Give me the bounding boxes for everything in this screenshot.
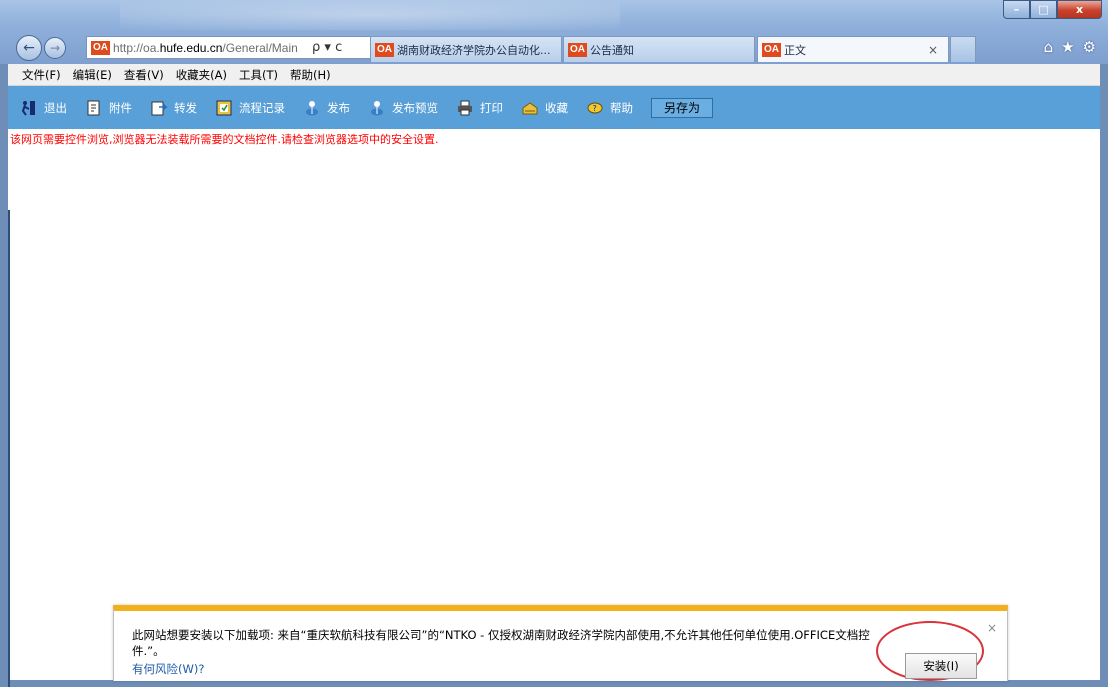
maximize-button[interactable]: □ [1030, 0, 1057, 19]
menu-bar: 文件(F) 编辑(E) 查看(V) 收藏夹(A) 工具(T) 帮助(H) [8, 64, 1100, 86]
home-icon[interactable]: ⌂ [1044, 38, 1054, 56]
toolbar-label: 帮助 [610, 100, 633, 115]
tab-document[interactable]: OA 正文 × [757, 36, 949, 62]
tab-favicon: OA [762, 42, 781, 57]
refresh-icon[interactable]: c [335, 40, 342, 55]
toolbar-label: 收藏 [545, 100, 568, 115]
url-text[interactable]: http://oa.hufe.edu.cn/General/Main [113, 41, 308, 55]
tab-favicon: OA [375, 42, 394, 57]
search-icon[interactable]: ρ [312, 40, 320, 55]
settings-gear-icon[interactable]: ⚙ [1083, 38, 1096, 56]
tab-notice[interactable]: OA 公告通知 [563, 36, 755, 62]
toolbar-label: 附件 [109, 100, 132, 115]
menu-favorites[interactable]: 收藏夹(A) [176, 67, 227, 83]
svg-text:?: ? [593, 104, 597, 113]
menu-file[interactable]: 文件(F) [22, 67, 61, 83]
control-warning-text: 该网页需要控件浏览,浏览器无法装载所需要的文档控件.请检查浏览器选项中的安全设置… [10, 133, 439, 146]
publish-preview-icon [371, 100, 383, 115]
toolbar-flow-record[interactable]: 流程记录 [215, 99, 285, 117]
tab-close-icon[interactable]: × [928, 43, 938, 57]
toolbar-label: 转发 [174, 100, 197, 115]
window-controls: – □ x [1003, 0, 1102, 19]
addon-notification-bar: 此网站想要安装以下加载项: 来自“重庆软航科技有限公司”的“NTKO - 仅授权… [113, 605, 1008, 681]
page-content: 退出 附件 转发 流程记录 发布 发布预览 打印 收藏 ? 帮助 另存为 该网页… [8, 86, 1100, 680]
save-as-button[interactable]: 另存为 [651, 97, 714, 118]
toolbar-label: 打印 [480, 100, 503, 115]
chevron-down-icon[interactable]: ▾ [324, 40, 331, 55]
browser-right-icons: ⌂ ★ ⚙ [1044, 38, 1096, 56]
document-toolbar: 退出 附件 转发 流程记录 发布 发布预览 打印 收藏 ? 帮助 另存为 [8, 86, 1100, 129]
toolbar-label: 流程记录 [239, 100, 285, 115]
minimize-button[interactable]: – [1003, 0, 1030, 19]
toolbar-attachment[interactable]: 附件 [85, 99, 132, 117]
toolbar-forward[interactable]: 转发 [150, 99, 197, 117]
install-button[interactable]: 安装(I) [905, 653, 977, 679]
toolbar-label: 退出 [44, 100, 67, 115]
forward-doc-icon [151, 101, 168, 115]
close-icon[interactable]: × [987, 621, 997, 635]
forward-button[interactable]: → [44, 37, 66, 59]
address-bar[interactable]: OA http://oa.hufe.edu.cn/General/Main ρ … [86, 36, 376, 59]
print-icon [458, 100, 472, 115]
menu-edit[interactable]: 编辑(E) [73, 67, 112, 83]
left-edge-divider [8, 210, 10, 687]
notification-message: 此网站想要安装以下加载项: 来自“重庆软航科技有限公司”的“NTKO - 仅授权… [132, 628, 870, 658]
address-icons: ρ ▾ c [312, 40, 342, 55]
flow-record-icon [216, 100, 232, 115]
toolbar-help[interactable]: ? 帮助 [586, 99, 633, 117]
toolbar-label: 发布预览 [392, 100, 438, 115]
publish-icon [306, 100, 318, 115]
toolbar-print[interactable]: 打印 [456, 99, 503, 117]
new-tab-button[interactable] [950, 36, 976, 62]
menu-tools[interactable]: 工具(T) [239, 67, 278, 83]
favorites-star-icon[interactable]: ★ [1061, 38, 1074, 56]
tab-label: 正文 [784, 43, 806, 57]
titlebar-glass [120, 0, 620, 30]
menu-help[interactable]: 帮助(H) [290, 67, 331, 83]
menu-view[interactable]: 查看(V) [124, 67, 164, 83]
favorite-icon [522, 101, 538, 114]
forward-arrow-icon: → [49, 41, 61, 55]
site-favicon: OA [91, 40, 110, 55]
tab-favicon: OA [568, 42, 587, 57]
tab-oa-home[interactable]: OA 湖南财政经济学院办公自动化... [370, 36, 562, 62]
toolbar-publish-preview[interactable]: 发布预览 [368, 99, 438, 117]
toolbar-label: 发布 [327, 100, 350, 115]
tab-label: 公告通知 [590, 43, 634, 57]
help-icon: ? [587, 102, 603, 113]
attachment-icon [87, 100, 100, 115]
exit-icon [21, 100, 35, 116]
back-button[interactable]: ← [16, 35, 42, 61]
toolbar-exit[interactable]: 退出 [20, 99, 67, 117]
risk-info-link[interactable]: 有何风险(W)? [132, 661, 204, 677]
close-window-button[interactable]: x [1057, 0, 1102, 19]
navigation-row: ← → OA http://oa.hufe.edu.cn/General/Mai… [16, 34, 376, 62]
toolbar-publish[interactable]: 发布 [303, 99, 350, 117]
toolbar-favorite[interactable]: 收藏 [521, 99, 568, 117]
tab-label: 湖南财政经济学院办公自动化... [397, 43, 551, 57]
back-arrow-icon: ← [23, 40, 35, 56]
